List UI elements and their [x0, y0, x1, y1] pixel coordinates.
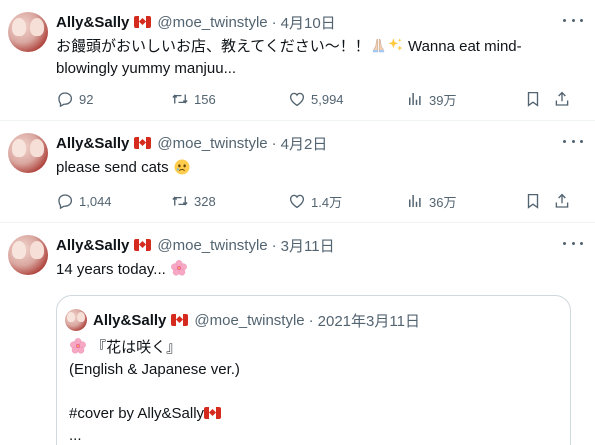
author-handle[interactable]: @moe_twinstyle [157, 135, 267, 152]
reply-button[interactable]: 92 [56, 89, 93, 109]
quoted-author-handle: @moe_twinstyle [194, 311, 305, 329]
canada-flag-icon [134, 137, 152, 149]
tweet-text-body: please send cats [56, 159, 173, 176]
author-name[interactable]: Ally&Sally [56, 237, 129, 254]
author-handle[interactable]: @moe_twinstyle [157, 237, 267, 254]
avatar[interactable] [8, 235, 48, 275]
retweet-icon [171, 192, 189, 210]
cherry-blossom-icon [170, 259, 188, 277]
quoted-tweet-date: 2021年3月11日 [317, 312, 420, 330]
tweet-text: 14 years today... [56, 259, 576, 281]
views-button[interactable]: 36万 [406, 191, 456, 211]
reply-count: 92 [79, 91, 94, 107]
like-button[interactable]: 5,994 [288, 89, 344, 109]
quoted-line-blank [69, 381, 559, 403]
tweet-text-body: 14 years today... [56, 261, 170, 278]
retweet-button[interactable]: 156 [171, 89, 216, 109]
share-icon [553, 90, 571, 108]
canada-flag-icon [204, 407, 222, 419]
bookmark-button[interactable] [524, 89, 547, 109]
separator-dot: · [308, 311, 314, 329]
avatar[interactable] [8, 133, 48, 173]
views-button[interactable]: 39万 [406, 89, 456, 109]
quoted-line-title: 『花は咲く』 [91, 339, 182, 356]
retweet-count: 156 [194, 91, 216, 107]
action-bar: 92 156 5,994 39万 [56, 89, 576, 109]
separator-dot: · [271, 13, 277, 31]
reply-icon [56, 192, 74, 210]
tweet-date[interactable]: 3月11日 [281, 235, 335, 256]
bar-chart-icon [406, 192, 424, 210]
share-button[interactable] [553, 191, 576, 211]
share-button[interactable] [553, 89, 576, 109]
tweet-header: Ally&Sally @moe_twinstyle · 3月11日 [56, 235, 335, 255]
quoted-tweet-header: Ally&Sally @moe_twinstyle · 2021年3月11日 [93, 309, 420, 331]
like-button[interactable]: 1.4万 [288, 191, 342, 211]
quoted-avatar[interactable] [65, 309, 87, 331]
retweet-count: 328 [194, 193, 216, 209]
views-count: 39万 [429, 92, 457, 108]
action-bar: 1,044 328 1.4万 36万 [56, 191, 576, 211]
quoted-line-ellipsis: ... [69, 427, 82, 444]
like-count: 5,994 [311, 91, 344, 107]
tweet-text: お饅頭がおいしいお店、教えてください〜！！ Wanna eat mind-blo… [56, 36, 576, 80]
reply-count: 1,044 [79, 193, 112, 209]
folded-hands-icon [372, 38, 384, 53]
tweet[interactable]: Ally&Sally @moe_twinstyle · 4月2日 please … [0, 121, 595, 223]
quoted-line-hashtag[interactable]: #cover by Ally&Sally [69, 405, 204, 422]
separator-dot: · [271, 134, 277, 152]
sparkles-icon [388, 38, 403, 51]
tweet-date[interactable]: 4月2日 [281, 133, 328, 154]
bar-chart-icon [406, 90, 424, 108]
more-options-icon[interactable] [563, 14, 583, 26]
author-name[interactable]: Ally&Sally [56, 14, 129, 31]
tweet[interactable]: Ally&Sally @moe_twinstyle · 4月10日 お饅頭がおい… [0, 0, 595, 121]
tweet-date[interactable]: 4月10日 [281, 12, 336, 33]
tweet-header: Ally&Sally @moe_twinstyle · 4月2日 [56, 133, 327, 153]
author-name[interactable]: Ally&Sally [56, 135, 129, 152]
heart-icon [288, 192, 306, 210]
reply-button[interactable]: 1,044 [56, 191, 112, 211]
like-count: 1.4万 [311, 194, 343, 210]
canada-flag-icon [134, 239, 152, 251]
retweet-button[interactable]: 328 [171, 191, 216, 211]
tweet-text-jp: お饅頭がおいしいお店、教えてください〜！！ [56, 38, 370, 55]
quoted-line-version: (English & Japanese ver.) [69, 361, 240, 378]
retweet-icon [171, 90, 189, 108]
avatar[interactable] [8, 12, 48, 52]
bookmark-icon [524, 90, 542, 108]
quoted-tweet[interactable]: Ally&Sally @moe_twinstyle · 2021年3月11日 『… [56, 295, 571, 445]
more-options-icon[interactable] [563, 237, 583, 249]
share-icon [553, 192, 571, 210]
canada-flag-icon [134, 16, 152, 28]
heart-icon [288, 90, 306, 108]
separator-dot: · [271, 236, 277, 254]
quoted-author-name: Ally&Sally [93, 311, 167, 329]
bookmark-button[interactable] [524, 191, 547, 211]
face-holding-back-tears-icon [174, 159, 190, 175]
bookmark-icon [524, 192, 542, 210]
author-handle[interactable]: @moe_twinstyle [157, 14, 267, 31]
tweet-text: please send cats [56, 157, 576, 179]
cherry-blossom-icon [69, 337, 87, 355]
tweet-header: Ally&Sally @moe_twinstyle · 4月10日 [56, 12, 336, 32]
more-options-icon[interactable] [563, 135, 583, 147]
reply-icon [56, 90, 74, 108]
tweet[interactable]: Ally&Sally @moe_twinstyle · 3月11日 14 yea… [0, 223, 595, 445]
canada-flag-icon [171, 314, 189, 326]
quoted-tweet-text: 『花は咲く』 (English & Japanese ver.) #cover … [69, 337, 559, 445]
views-count: 36万 [429, 194, 457, 210]
